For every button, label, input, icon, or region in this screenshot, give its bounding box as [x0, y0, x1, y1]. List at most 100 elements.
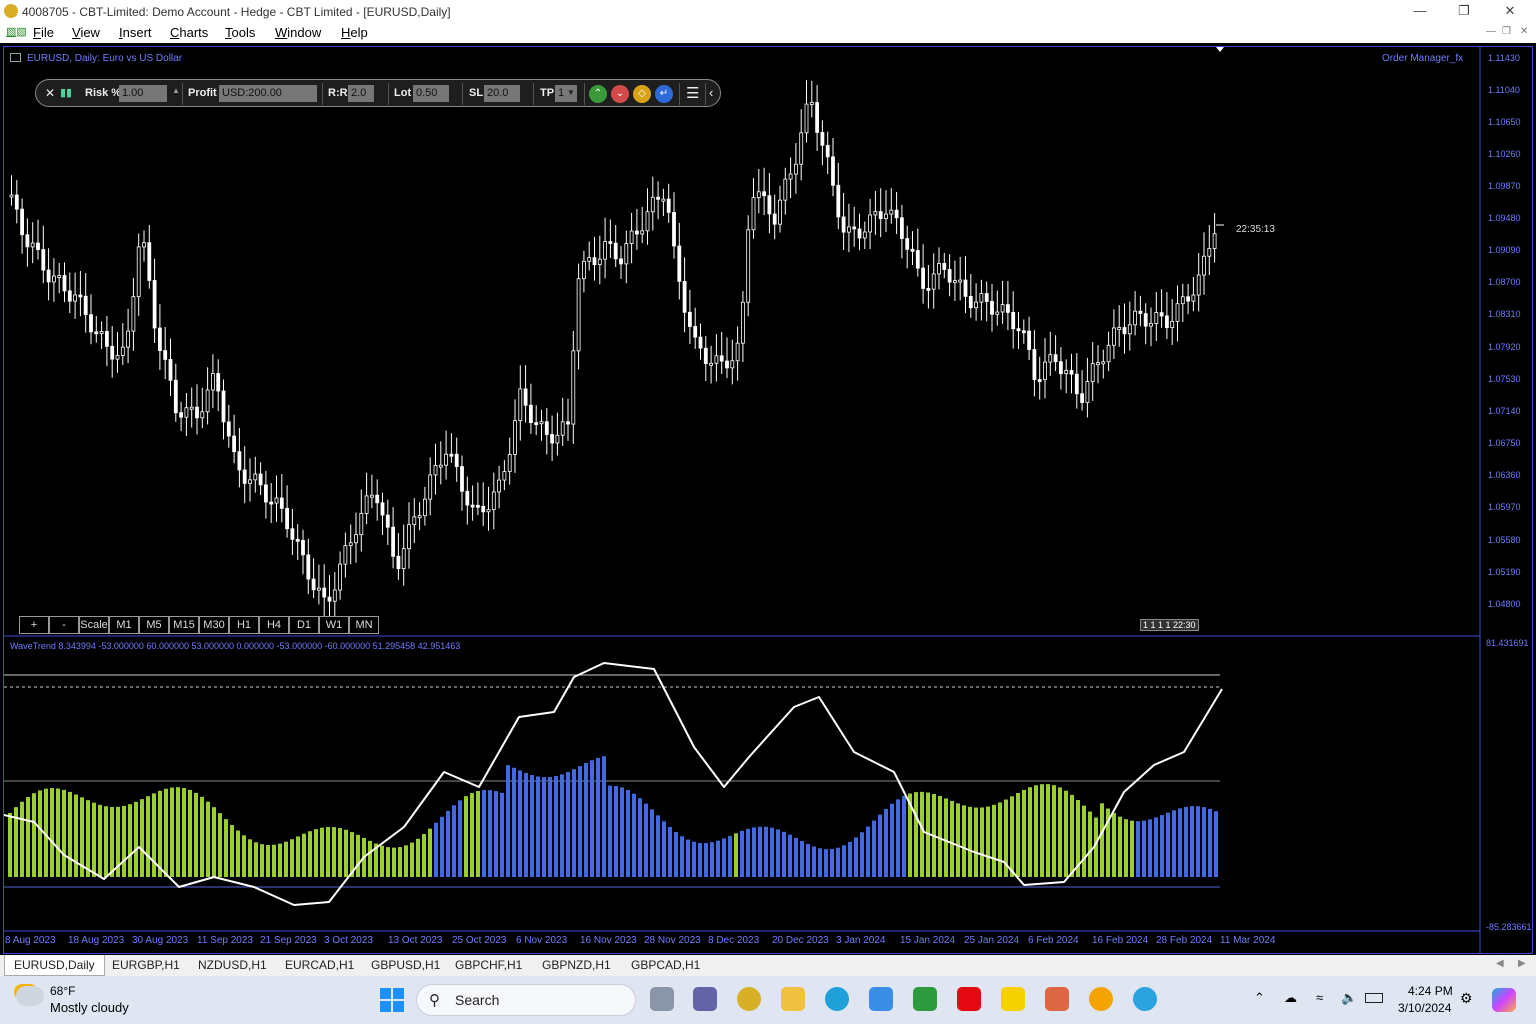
- tab-gbpusd-h1[interactable]: GBPUSD,H1: [362, 955, 449, 976]
- risk-input[interactable]: 1.00: [119, 85, 167, 102]
- candle: [1138, 310, 1143, 315]
- tf-h4-button[interactable]: H4: [259, 616, 289, 634]
- tab-eurusd-daily[interactable]: EURUSD,Daily: [4, 955, 105, 976]
- tabs-scroll-right-icon[interactable]: ▶: [1518, 958, 1526, 969]
- restore-icon[interactable]: ❐: [1444, 2, 1484, 20]
- zoom-in-button[interactable]: +: [19, 616, 49, 634]
- telegram-icon[interactable]: [1133, 987, 1157, 1011]
- histogram-bar: [242, 835, 246, 877]
- menu-insert[interactable]: Insert: [119, 25, 152, 40]
- close-toolbar-icon[interactable]: ✕: [45, 86, 55, 100]
- candle: [963, 279, 968, 297]
- tf-mn-button[interactable]: MN: [349, 616, 379, 634]
- tf-m15-button[interactable]: M15: [169, 616, 199, 634]
- search-box[interactable]: ⚲ Search: [416, 984, 636, 1016]
- candle: [794, 163, 798, 175]
- tab-eurgbp-h1[interactable]: EURGBP,H1: [103, 955, 189, 976]
- candle: [486, 509, 491, 513]
- histogram-bar: [140, 799, 144, 877]
- histogram-bar: [92, 802, 96, 877]
- clock-time[interactable]: 4:24 PM: [1408, 984, 1453, 998]
- tray-chevron-icon[interactable]: ⌃: [1254, 990, 1265, 1006]
- clock-date[interactable]: 3/10/2024: [1398, 1001, 1451, 1015]
- tabs-scroll-left-icon[interactable]: ◀: [1496, 958, 1504, 969]
- metatrader-icon[interactable]: [737, 987, 761, 1011]
- pending-order-icon[interactable]: ◇: [633, 85, 651, 103]
- netflix-icon[interactable]: [957, 987, 981, 1011]
- menu-view[interactable]: View: [72, 25, 100, 40]
- minimize-icon[interactable]: —: [1400, 2, 1440, 20]
- tf-m1-button[interactable]: M1: [109, 616, 139, 634]
- tf-w1-button[interactable]: W1: [319, 616, 349, 634]
- child-minimize-icon[interactable]: —: [1486, 26, 1496, 37]
- tf-h1-button[interactable]: H1: [229, 616, 259, 634]
- volume-icon[interactable]: 🔈: [1341, 990, 1357, 1006]
- tf-d1-button[interactable]: D1: [289, 616, 319, 634]
- histogram-bar: [1016, 793, 1020, 877]
- collapse-chevron-icon[interactable]: ‹: [709, 85, 713, 100]
- wifi-icon[interactable]: ≈: [1316, 990, 1323, 1005]
- menu-window[interactable]: Window: [275, 25, 321, 40]
- candle: [444, 453, 449, 466]
- snipping-tool-icon[interactable]: [1045, 987, 1069, 1011]
- weather-desc[interactable]: Mostly cloudy: [50, 1000, 129, 1015]
- weather-icon[interactable]: [16, 986, 44, 1006]
- candle: [587, 257, 592, 262]
- menu-tools[interactable]: Tools: [225, 25, 255, 40]
- menu-help[interactable]: Help: [341, 25, 368, 40]
- chart-window[interactable]: EURUSD, Daily: Euro vs US Dollar Order M…: [3, 46, 1533, 954]
- histogram-bar: [176, 787, 180, 877]
- histogram-bar: [284, 841, 288, 877]
- profit-input[interactable]: USD:200.00: [219, 85, 317, 102]
- tab-gbpnzd-h1[interactable]: GBPNZD,H1: [533, 955, 620, 976]
- candle: [841, 216, 846, 233]
- candles-icon[interactable]: ▮▮: [60, 86, 72, 99]
- child-restore-icon[interactable]: ❐: [1502, 26, 1511, 37]
- risk-spinner-icon[interactable]: ▲: [172, 86, 180, 95]
- weather-app-icon[interactable]: [1089, 987, 1113, 1011]
- candle: [232, 435, 237, 453]
- execute-icon[interactable]: ↵: [655, 85, 673, 103]
- store-icon[interactable]: [869, 987, 893, 1011]
- sl-input[interactable]: 20.0: [484, 85, 520, 102]
- tf-m30-button[interactable]: M30: [199, 616, 229, 634]
- candle: [868, 214, 872, 233]
- start-icon[interactable]: [380, 988, 404, 1012]
- menu-file[interactable]: File: [33, 25, 54, 40]
- buy-arrow-icon[interactable]: ⌃: [589, 85, 607, 103]
- edge-icon[interactable]: [825, 987, 849, 1011]
- stocks-icon[interactable]: [913, 987, 937, 1011]
- chart-canvas[interactable]: [4, 47, 1532, 953]
- candle: [1000, 304, 1005, 313]
- menu-hamburger-icon[interactable]: ☰: [686, 84, 699, 102]
- scale-button[interactable]: Scale: [79, 616, 109, 634]
- task-view-icon[interactable]: [650, 987, 674, 1011]
- sell-arrow-icon[interactable]: ⌄: [611, 85, 629, 103]
- notification-icon[interactable]: ⚙: [1460, 990, 1473, 1007]
- zoom-out-button[interactable]: -: [49, 616, 79, 634]
- tf-m5-button[interactable]: M5: [139, 616, 169, 634]
- sticky-notes-icon[interactable]: [1001, 987, 1025, 1011]
- weather-temp[interactable]: 68°F: [50, 984, 75, 998]
- tab-nzdusd-h1[interactable]: NZDUSD,H1: [189, 955, 276, 976]
- tab-gbpchf-h1[interactable]: GBPCHF,H1: [446, 955, 531, 976]
- rr-input[interactable]: 2.0: [348, 85, 374, 102]
- onedrive-icon[interactable]: ☁: [1284, 990, 1297, 1006]
- tp-dropdown-icon[interactable]: ▼: [567, 88, 575, 97]
- teams-icon[interactable]: [693, 987, 717, 1011]
- close-icon[interactable]: ✕: [1490, 2, 1530, 20]
- chart-type-icon[interactable]: ▧▧: [6, 25, 27, 38]
- file-explorer-icon[interactable]: [781, 987, 805, 1011]
- histogram-bar: [1172, 810, 1176, 877]
- tab-eurcad-h1[interactable]: EURCAD,H1: [276, 955, 363, 976]
- candle: [1027, 330, 1031, 350]
- battery-icon[interactable]: [1365, 993, 1383, 1003]
- order-manager-label: Order Manager_fx: [1382, 53, 1464, 64]
- child-close-icon[interactable]: ✕: [1520, 26, 1528, 37]
- copilot-icon[interactable]: [1492, 988, 1516, 1012]
- lot-input[interactable]: 0.50: [413, 85, 449, 102]
- histogram-bar: [722, 838, 726, 877]
- tab-gbpcad-h1[interactable]: GBPCAD,H1: [622, 955, 709, 976]
- date-label: 15 Jan 2024: [900, 935, 956, 946]
- menu-charts[interactable]: Charts: [170, 25, 208, 40]
